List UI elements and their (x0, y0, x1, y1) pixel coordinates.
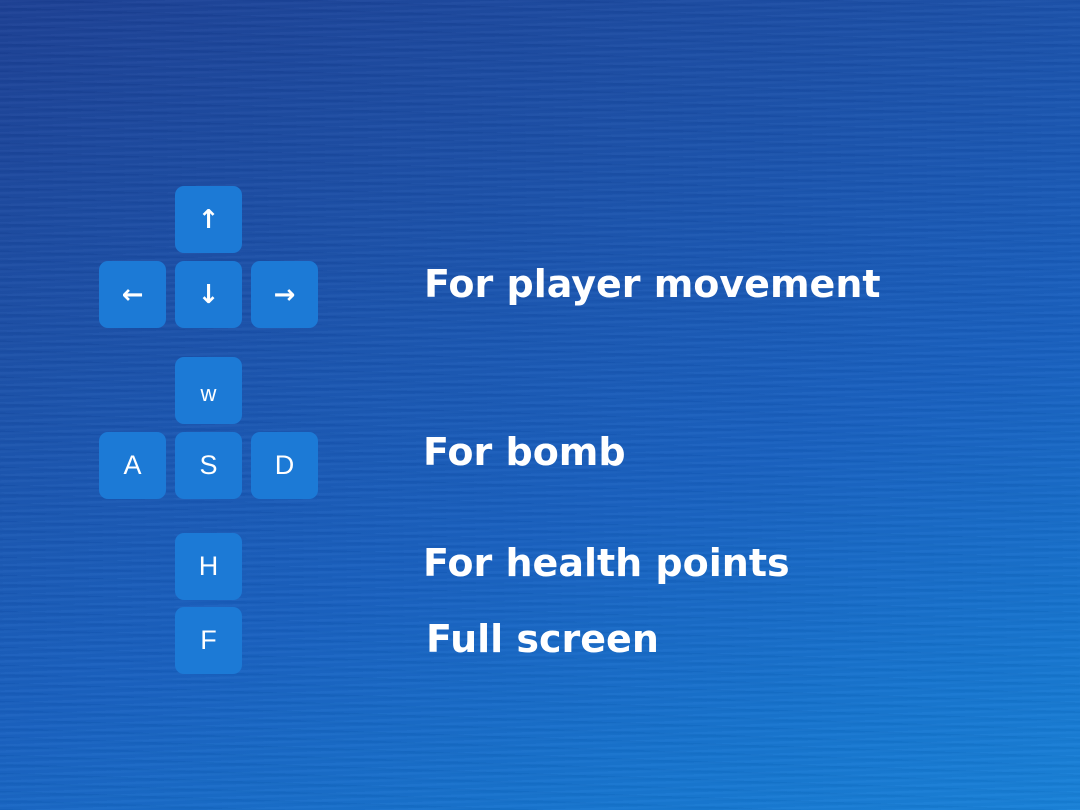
h-key: H (175, 533, 242, 600)
h-key-label: H (198, 551, 219, 581)
background (0, 0, 1080, 810)
a-key: A (99, 432, 166, 499)
w-key: w (175, 357, 242, 424)
down-arrow-key: ↓ (175, 261, 242, 328)
movement-label: For player movement (424, 262, 881, 306)
f-key: F (175, 607, 242, 674)
d-key: D (251, 432, 318, 499)
health-label: For health points (423, 541, 790, 585)
s-key-label: S (199, 450, 218, 480)
up-arrow-key: ↑ (175, 186, 242, 253)
f-key-label: F (200, 625, 217, 655)
d-key-label: D (274, 450, 295, 480)
w-key-label: w (200, 380, 217, 406)
s-key: S (175, 432, 242, 499)
left-arrow-icon: ← (121, 279, 144, 310)
right-arrow-key: → (251, 261, 318, 328)
down-arrow-icon: ↓ (197, 279, 220, 310)
a-key-label: A (123, 450, 142, 480)
up-arrow-icon: ↑ (197, 204, 220, 235)
fullscreen-label: Full screen (426, 617, 659, 661)
left-arrow-key: ← (99, 261, 166, 328)
right-arrow-icon: → (273, 279, 296, 310)
bomb-label: For bomb (423, 430, 626, 474)
